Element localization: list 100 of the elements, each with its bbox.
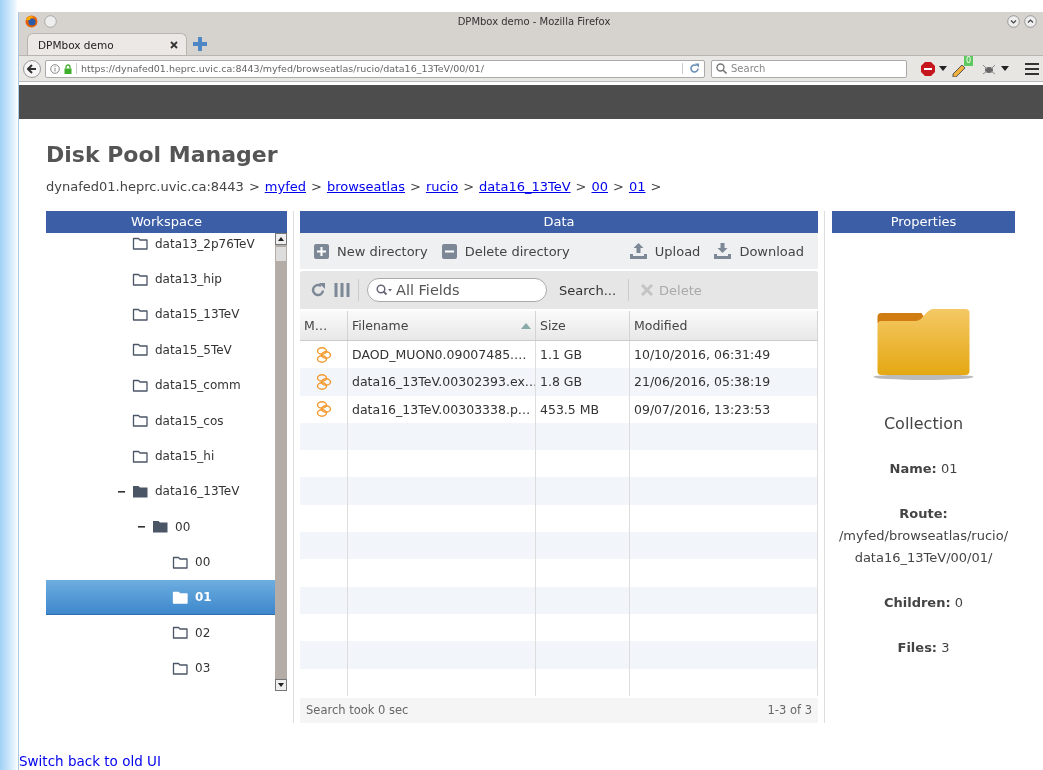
folder-label: 00: [175, 519, 191, 534]
folder-icon: [132, 342, 149, 358]
folder-label: data13_2p76TeV: [155, 236, 255, 251]
rings-icon: [315, 345, 332, 364]
rings-icon: [315, 372, 332, 391]
switch-ui-link[interactable]: Switch back to old UI: [19, 753, 161, 769]
address-field[interactable]: https://dynafed01.heprc.uvic.ca:8443/myfed/browseatlas/rucio/data16_13TeV/00/01/: [45, 59, 705, 78]
folder-label: data16_13TeV: [155, 484, 240, 499]
action-button[interactable]: Download: [710, 243, 808, 259]
folder-icon: [132, 413, 149, 429]
caret-icon[interactable]: [939, 66, 947, 71]
window-title: DPMbox demo - Mozilla Firefox: [457, 15, 611, 27]
column-header[interactable]: Modified: [634, 318, 688, 333]
scroll-down-icon[interactable]: [278, 683, 284, 687]
column-header[interactable]: Size: [540, 318, 566, 333]
tree-item[interactable]: data13_2p76TeV: [46, 233, 275, 262]
folder-icon: [132, 448, 149, 464]
scroll-thumb[interactable]: [276, 247, 286, 261]
caret-icon[interactable]: [1001, 66, 1009, 71]
tree-item[interactable]: 02: [46, 615, 275, 651]
search-field[interactable]: Search: [711, 59, 907, 78]
tree-item[interactable]: data15_comm: [46, 367, 275, 403]
stop-sign-icon[interactable]: [921, 61, 935, 76]
column-header[interactable]: Filename: [352, 318, 409, 333]
table-cell: DAOD_MUON0.09007485.…: [352, 347, 527, 363]
folder-icon: [172, 660, 189, 676]
breadcrumb-link[interactable]: browseatlas: [326, 177, 405, 197]
breadcrumb-link[interactable]: 00: [591, 177, 609, 197]
breadcrumb-link[interactable]: myfed: [264, 177, 306, 197]
tree-item[interactable]: 03: [46, 650, 275, 687]
table-cell: data16_13TeV.00302393.ex…: [352, 374, 535, 390]
action-button[interactable]: New directory: [310, 243, 432, 259]
action-button[interactable]: Upload: [625, 243, 705, 259]
folder-icon: [132, 271, 149, 287]
upload-icon: [629, 243, 647, 259]
folder-label: 01: [195, 590, 212, 605]
breadcrumb-separator: >: [410, 178, 421, 196]
minimize-button[interactable]: [1007, 14, 1020, 28]
result-count: 1-3 of 3: [767, 703, 812, 718]
scrollbar[interactable]: [275, 233, 287, 691]
tree-item[interactable]: data15_hi: [46, 438, 275, 474]
table-cell: 10/10/2016, 06:31:49: [634, 347, 771, 363]
browser-tab[interactable]: DPMbox demo: [27, 33, 187, 55]
reload-icon[interactable]: [689, 63, 700, 74]
breadcrumb-separator: >: [613, 178, 624, 196]
breadcrumb-link[interactable]: rucio: [425, 177, 459, 197]
breadcrumb-separator: >: [311, 178, 322, 196]
browser-logo-icon: [25, 14, 38, 28]
table-cell: 21/06/2016, 05:38:19: [634, 374, 771, 390]
status-text: Search took 0 sec: [306, 703, 409, 718]
plus-icon: [314, 243, 329, 259]
action-button[interactable]: Delete directory: [437, 243, 574, 259]
delete-icon: [641, 284, 654, 296]
refresh-icon[interactable]: [310, 282, 326, 298]
breadcrumb-separator: >: [463, 178, 475, 196]
property-text: Route: /myfed/browseatlas/rucio/data16_13TeV/00/01/: [837, 505, 1010, 567]
table-cell: 1.8 GB: [540, 374, 583, 390]
breadcrumb-separator: >: [650, 178, 662, 196]
tree-item[interactable]: data16_13TeV: [46, 473, 275, 510]
columns-icon[interactable]: [334, 283, 350, 297]
minus-icon[interactable]: [137, 523, 145, 531]
tree-item[interactable]: data15_5TeV: [46, 332, 275, 368]
table-cell: data16_13TeV.00303338.p…: [352, 401, 531, 417]
breadcrumb-link[interactable]: data16_13TeV: [479, 177, 571, 197]
folder-label: data15_13TeV: [155, 307, 240, 322]
folder-icon: [132, 236, 149, 252]
folder-icon: [132, 306, 149, 322]
info-icon[interactable]: [50, 63, 60, 74]
close-icon[interactable]: [170, 40, 178, 49]
folder-icon: [172, 625, 189, 641]
tree-item[interactable]: data15_cos: [46, 402, 275, 439]
column-header[interactable]: M…: [304, 318, 328, 333]
item-type: Collection: [882, 413, 965, 435]
new-tab-icon[interactable]: [193, 37, 207, 51]
menu-icon[interactable]: [1025, 62, 1039, 75]
property-text: Name: 01: [888, 460, 959, 478]
back-arrow-icon: [27, 63, 37, 74]
breadcrumb-link[interactable]: 01: [628, 177, 646, 197]
folder-label: data13_hip: [155, 272, 222, 287]
back-button[interactable]: [23, 59, 41, 78]
scroll-up-icon[interactable]: [278, 237, 284, 241]
folder-icon: [132, 377, 149, 393]
folder-label: 00: [195, 555, 211, 570]
search-icon: [716, 63, 727, 74]
tree-item[interactable]: 00: [46, 544, 275, 580]
breadcrumb-host: dynafed01.heprc.uvic.ca:8443: [46, 178, 244, 196]
breadcrumb-separator: >: [575, 178, 587, 196]
table-cell: 09/07/2016, 13:23:53: [634, 401, 771, 417]
folder-icon: [172, 589, 189, 605]
search-icon: [376, 284, 392, 296]
maximize-button[interactable]: [1024, 14, 1037, 28]
tree-item[interactable]: data15_13TeV: [46, 296, 275, 333]
search-field[interactable]: All Fields: [367, 278, 547, 302]
lock-icon: [64, 63, 72, 74]
folder-label: data15_cos: [155, 413, 224, 428]
tree-item[interactable]: data13_hip: [46, 261, 275, 297]
folder-icon: [152, 519, 169, 535]
search-button[interactable]: Search...: [555, 282, 621, 298]
table-cell: 1.1 GB: [540, 347, 583, 363]
tree-item[interactable]: 00: [46, 509, 275, 545]
